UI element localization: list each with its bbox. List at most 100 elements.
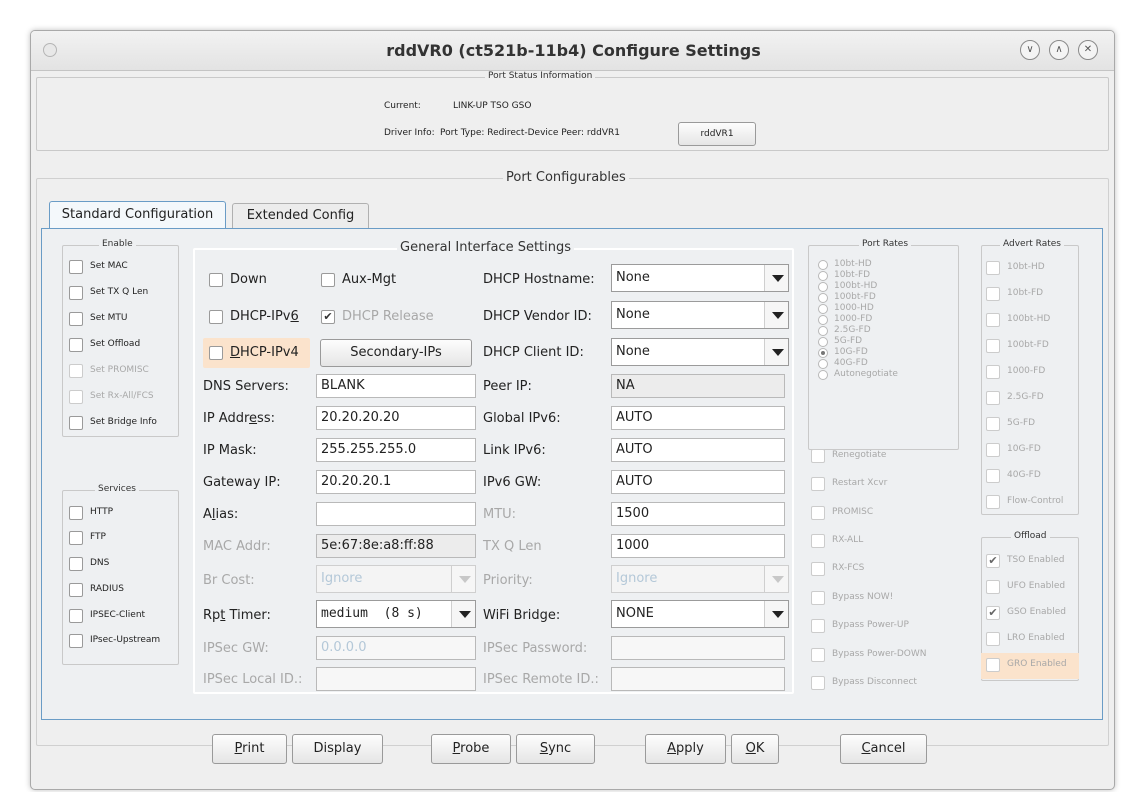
wifi-bridge-label: WiFi Bridge:: [483, 608, 561, 623]
checkbox-label: RX-FCS: [832, 563, 865, 573]
driver-info-label: Driver Info:: [384, 128, 435, 138]
ip-mask-input[interactable]: 255.255.255.0: [316, 438, 476, 462]
checkbox-box[interactable]: [69, 506, 83, 520]
alias-input[interactable]: [316, 502, 476, 526]
checkbox-label: Set Rx-All/FCS: [90, 391, 154, 401]
checkbox-label: UFO Enabled: [1007, 581, 1066, 591]
dhcp-ipv4-checkbox[interactable]: [209, 346, 223, 360]
checkbox-box[interactable]: [69, 557, 83, 571]
chevron-down-icon[interactable]: [764, 302, 788, 328]
checkbox-box[interactable]: [69, 634, 83, 648]
tab-standard-configuration[interactable]: Standard Configuration: [49, 201, 226, 229]
dhcp-ipv6-checkbox[interactable]: [209, 310, 223, 324]
rpt-timer-label: Rpt Timer:: [203, 608, 271, 623]
checkbox-label: Set TX Q Len: [90, 287, 149, 297]
checkbox-label: Bypass Power-UP: [832, 620, 909, 630]
apply-button[interactable]: Apply: [645, 734, 726, 764]
ipv6-gw-input[interactable]: AUTO: [611, 470, 785, 494]
down-checkbox[interactable]: [209, 273, 223, 287]
ip-address-input[interactable]: 20.20.20.20: [316, 406, 476, 430]
tx-q-len-label: TX Q Len: [483, 539, 542, 554]
peer-rddvr1-button[interactable]: rddVR1: [678, 122, 756, 146]
close-icon[interactable]: ✕: [1078, 40, 1098, 60]
checkbox-label: Set PROMISC: [90, 365, 149, 375]
sync-button[interactable]: Sync: [516, 734, 595, 764]
dhcp-hostname-select[interactable]: None: [611, 264, 789, 292]
chevron-down-icon[interactable]: [764, 601, 788, 627]
port-configurables-title: Port Configurables: [503, 170, 629, 185]
global-ipv6-input[interactable]: AUTO: [611, 406, 785, 430]
ipsec-remote-id-label: IPSec Remote ID.:: [483, 672, 599, 687]
advert-rates-title: Advert Rates: [1000, 239, 1064, 249]
mtu-input[interactable]: 1500: [611, 502, 785, 526]
rate-2-5g-fd-radio: [818, 326, 828, 336]
current-label: Current:: [384, 101, 421, 111]
priority-label: Priority:: [483, 573, 533, 588]
rate-label: 10bt-FD: [834, 270, 871, 280]
checkbox-label: 10G-FD: [1007, 444, 1041, 454]
checkbox-label: 5G-FD: [1007, 418, 1036, 428]
rate-autonegotiate-radio: [818, 370, 828, 380]
checkbox-label: DNS: [90, 558, 110, 568]
tab-extended-config[interactable]: Extended Config: [232, 203, 369, 229]
rate-label: Autonegotiate: [834, 369, 898, 379]
checkbox-box[interactable]: [69, 286, 83, 300]
checkbox-box[interactable]: [69, 531, 83, 545]
br-cost-value: Ignore: [321, 571, 363, 586]
dns-servers-input[interactable]: BLANK: [316, 374, 476, 398]
down-label: Down: [230, 272, 267, 287]
services-title: Services: [95, 484, 139, 494]
dhcp-release-checkbox: ✔: [321, 310, 335, 324]
ipsec-local-id-input: [316, 667, 476, 691]
chevron-down-icon[interactable]: [764, 265, 788, 291]
checkbox-label: Restart Xcvr: [832, 478, 888, 488]
peer-ip-label: Peer IP:: [483, 379, 532, 394]
mtu-label: MTU:: [483, 507, 517, 522]
link-ipv6-input[interactable]: AUTO: [611, 438, 785, 462]
ipsec-gw-input: 0.0.0.0: [316, 636, 476, 660]
ok-button[interactable]: OK: [731, 734, 779, 764]
checkbox-box[interactable]: [69, 260, 83, 274]
tx-q-len-input[interactable]: 1000: [611, 534, 785, 558]
checkbox-box[interactable]: [69, 583, 83, 597]
checkbox-label: 100bt-HD: [1007, 314, 1051, 324]
checkbox-box[interactable]: [69, 609, 83, 623]
ip-address-label: IP Address:: [203, 411, 275, 426]
rpt-timer-select[interactable]: medium (8 s): [316, 600, 476, 628]
dhcp-vendor-id-value: None: [616, 307, 650, 322]
probe-button[interactable]: Probe: [431, 734, 511, 764]
checkbox-box[interactable]: [69, 338, 83, 352]
aux-mgt-label: Aux-Mgt: [342, 272, 397, 287]
checkbox-label: Flow-Control: [1007, 496, 1064, 506]
window-title: rddVR0 (ct521b-11b4) Configure Settings: [386, 41, 761, 60]
current-value: LINK-UP TSO GSO: [453, 101, 532, 111]
chevron-down-icon[interactable]: [451, 601, 475, 627]
link-ipv6-label: Link IPv6:: [483, 443, 546, 458]
wifi-bridge-select[interactable]: NONE: [611, 600, 789, 628]
chevron-down-icon[interactable]: [764, 339, 788, 365]
checkbox-box[interactable]: [69, 312, 83, 326]
checkbox-label: RADIUS: [90, 584, 124, 594]
maximize-icon[interactable]: ∧: [1049, 40, 1069, 60]
rate-label: 40G-FD: [834, 358, 868, 368]
port-status-title: Port Status Information: [485, 71, 596, 81]
print-button[interactable]: Print: [212, 734, 287, 764]
ipsec-password-input: [611, 636, 785, 660]
checkbox-label: 40G-FD: [1007, 470, 1041, 480]
title-bar: rddVR0 (ct521b-11b4) Configure Settings …: [31, 31, 1114, 71]
checkbox-label: 100bt-FD: [1007, 340, 1049, 350]
checkbox-box[interactable]: [69, 416, 83, 430]
br-cost-label: Br Cost:: [203, 573, 255, 588]
dhcp-vendor-id-select[interactable]: None: [611, 301, 789, 329]
gateway-ip-input[interactable]: 20.20.20.1: [316, 470, 476, 494]
dhcp-client-id-select[interactable]: None: [611, 338, 789, 366]
rate-100bt-hd-radio: [818, 282, 828, 292]
minimize-icon[interactable]: ∨: [1020, 40, 1040, 60]
display-button[interactable]: Display: [292, 734, 383, 764]
cancel-button[interactable]: Cancel: [840, 734, 927, 764]
rate-label: 1000-FD: [834, 314, 873, 324]
aux-mgt-checkbox[interactable]: [321, 273, 335, 287]
dhcp-release-label: DHCP Release: [342, 309, 434, 324]
secondary-ips-button[interactable]: Secondary-IPs: [320, 339, 472, 367]
rate-label: 2.5G-FD: [834, 325, 871, 335]
